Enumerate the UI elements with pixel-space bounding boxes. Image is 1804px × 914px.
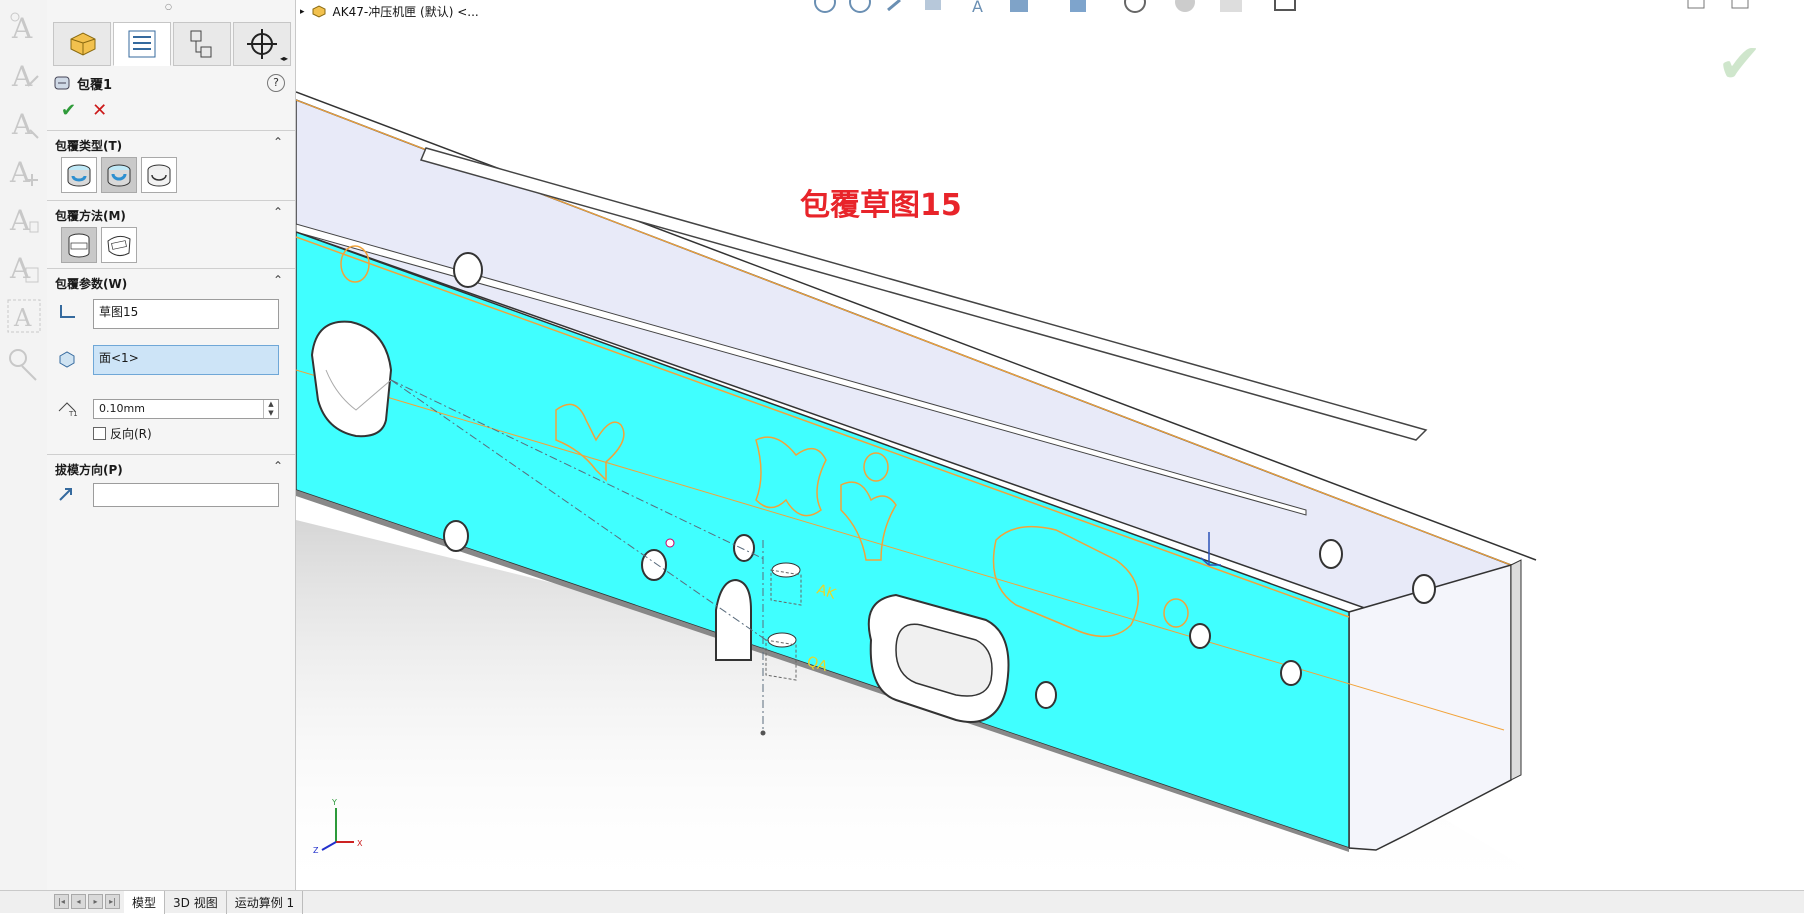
vertical-slot <box>715 578 752 661</box>
analytical-method-button[interactable] <box>61 227 97 263</box>
crosshair-icon <box>247 29 277 59</box>
triad-y-label: Y <box>331 798 337 807</box>
hole <box>1189 623 1211 649</box>
tab-nav-arrows: |◂ ◂ ▸ ▸| <box>54 894 120 909</box>
hole <box>443 520 469 552</box>
svg-text:A: A <box>11 12 33 45</box>
section-header[interactable]: 包覆类型(T) <box>55 137 122 154</box>
left-toolbar: A A A A A A A <box>0 0 48 900</box>
triad-z-label: Z <box>313 846 319 855</box>
end-lip <box>1510 559 1522 781</box>
section-header[interactable]: 拔模方向(P) <box>55 461 123 478</box>
svg-text:A: A <box>9 204 31 237</box>
tab-model[interactable]: 模型 <box>124 891 166 914</box>
panel-grip-icon[interactable]: ○ <box>165 2 172 11</box>
reverse-option[interactable]: 反向(R) <box>93 425 152 442</box>
collapse-chevron-icon[interactable]: ⌃ <box>273 459 283 473</box>
collapse-chevron-icon[interactable]: ⌃ <box>273 273 283 287</box>
hole <box>1280 660 1302 686</box>
tab-feature-manager[interactable] <box>53 22 111 66</box>
next-tab-icon[interactable]: ▸ <box>88 894 103 909</box>
tab-motion-study[interactable]: 运动算例 1 <box>227 891 304 914</box>
text-frame-icon[interactable]: A <box>6 298 42 334</box>
svg-text:T1: T1 <box>68 410 78 417</box>
hole <box>1035 681 1057 709</box>
model-tabs: 模型 3D 视图 运动算例 1 <box>124 891 304 914</box>
ok-button[interactable]: ✔ <box>61 100 76 121</box>
text-lock-icon[interactable]: A <box>6 202 42 238</box>
svg-text:A: A <box>11 60 33 93</box>
wrap-feature-icon <box>54 76 70 90</box>
property-manager: ○ ◂▸ 包覆1 ? ✔ ✕ 包覆类型(T) ⌃ 包覆方法(M) ⌃ 包覆参数(… <box>47 0 296 900</box>
collapse-chevron-icon[interactable]: ⌃ <box>273 135 283 149</box>
prev-tab-icon[interactable]: ◂ <box>71 894 86 909</box>
section-header[interactable]: 包覆参数(W) <box>55 275 127 292</box>
text-add-icon[interactable]: A <box>6 154 42 190</box>
direction-arrow-icon <box>59 488 72 501</box>
scribe-button[interactable] <box>141 157 177 193</box>
face-selection-field[interactable]: 面<1> <box>93 345 279 375</box>
spin-arrows-icon[interactable]: ▲ ▼ <box>263 400 278 418</box>
tab-configuration-manager[interactable] <box>173 22 231 66</box>
wrap-type-buttons <box>61 157 177 193</box>
feature-title: 包覆1 <box>77 77 113 93</box>
collapse-chevron-icon[interactable]: ⌃ <box>273 205 283 219</box>
tab-property-manager[interactable] <box>113 22 171 66</box>
reverse-label: 反向(R) <box>110 427 152 441</box>
hole <box>641 549 667 581</box>
sketch-source-icon <box>60 305 75 318</box>
first-tab-icon[interactable]: |◂ <box>54 894 69 909</box>
reverse-checkbox[interactable] <box>93 427 106 440</box>
list-icon <box>128 30 156 58</box>
part-icon <box>70 32 96 56</box>
deboss-button[interactable] <box>101 157 137 193</box>
scribe-icon <box>147 164 171 187</box>
wrap-method-buttons <box>61 227 137 263</box>
hole <box>453 252 483 288</box>
svg-text:A: A <box>9 156 31 189</box>
emboss-icon <box>67 164 91 187</box>
sketch-text-icon[interactable]: A <box>6 10 42 46</box>
hole <box>1319 539 1343 569</box>
sketch-selection-field[interactable]: 草图15 <box>93 299 279 329</box>
link-settings-icon[interactable] <box>6 346 42 382</box>
emboss-button[interactable] <box>61 157 97 193</box>
section-wrap-type: 包覆类型(T) ⌃ <box>47 130 295 201</box>
section-header[interactable]: 包覆方法(M) <box>55 207 126 224</box>
thickness-input[interactable]: 0.10mm ▲ ▼ <box>93 399 279 419</box>
text-doc-icon[interactable]: A <box>6 250 42 286</box>
tab-3d-view[interactable]: 3D 视图 <box>165 891 227 914</box>
thickness-icon: T1 <box>58 402 78 417</box>
thickness-value: 0.10mm <box>99 402 145 415</box>
draft-direction-field[interactable] <box>93 483 279 507</box>
section-wrap-params: 包覆参数(W) ⌃ 草图15 面<1> T1 0.10mm ▲ ▼ 反向(R) <box>47 268 295 455</box>
section-wrap-method: 包覆方法(M) ⌃ <box>47 200 295 269</box>
feature-title-row: 包覆1 ? <box>53 72 289 94</box>
spline-surface-method-button[interactable] <box>101 227 137 263</box>
edit-text-icon[interactable]: A <box>6 58 42 94</box>
model-viewport[interactable]: AK QA Y X Z <box>296 0 1804 900</box>
text-arrow-icon[interactable]: A <box>6 106 42 142</box>
help-icon[interactable]: ? <box>267 74 285 92</box>
annotation-label: 包覆草图15 <box>800 188 962 223</box>
wrap-surface-icon <box>107 235 131 257</box>
hole <box>1412 574 1436 604</box>
triad-x-label: X <box>357 839 363 848</box>
bottom-tab-bar: |◂ ◂ ▸ ▸| 模型 3D 视图 运动算例 1 <box>0 890 1804 914</box>
svg-text:A: A <box>11 108 33 141</box>
cancel-button[interactable]: ✕ <box>92 100 107 121</box>
deboss-icon <box>107 164 131 187</box>
tab-dimxpert-manager[interactable]: ◂▸ <box>233 22 291 66</box>
svg-text:A: A <box>13 304 32 332</box>
wrap-cylinder-icon <box>68 233 90 258</box>
tab-scroll-icon[interactable]: ◂▸ <box>280 54 288 63</box>
config-tree-icon <box>190 30 212 58</box>
manager-tabs: ◂▸ <box>53 22 291 66</box>
face-selection-icon <box>59 351 75 368</box>
action-buttons: ✔ ✕ <box>61 100 107 121</box>
last-tab-icon[interactable]: ▸| <box>105 894 120 909</box>
section-draft-direction: 拔模方向(P) ⌃ <box>47 454 295 515</box>
hole <box>733 534 755 562</box>
